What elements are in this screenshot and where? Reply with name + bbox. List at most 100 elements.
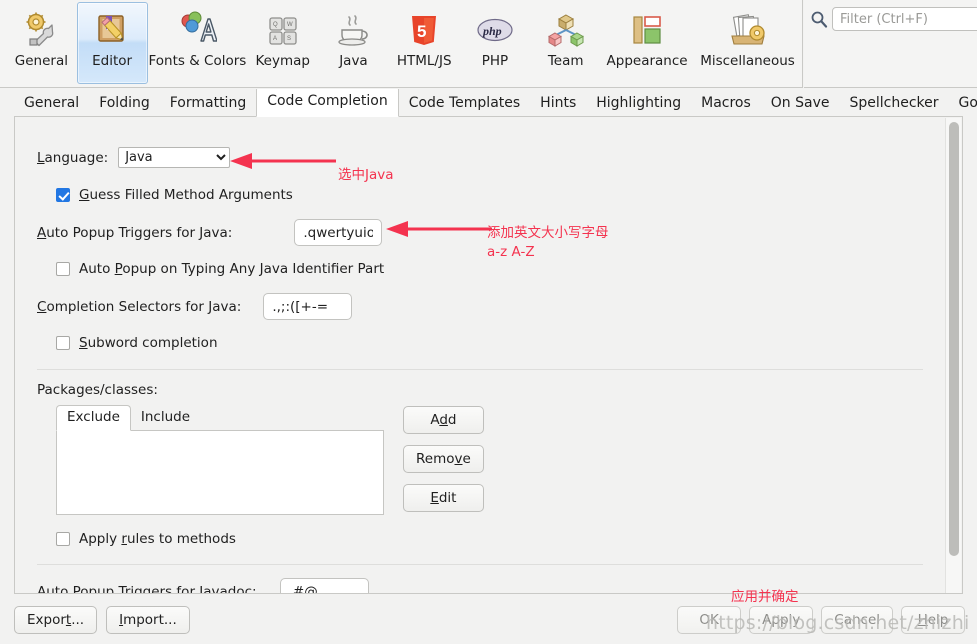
svg-text:5: 5	[417, 22, 426, 41]
subword-label: Subword completion	[79, 335, 218, 351]
category-label: Miscellaneous	[700, 53, 795, 69]
mini-tab-exclude[interactable]: Exclude	[56, 405, 131, 431]
team-cubes-icon	[546, 10, 586, 50]
tab-code-templates[interactable]: Code Templates	[399, 89, 530, 117]
guess-filled-label: Guess Filled Method Arguments	[79, 187, 293, 203]
auto-popup-identifier-row[interactable]: Auto Popup on Typing Any Java Identifier…	[56, 261, 945, 277]
packages-listbox[interactable]	[56, 430, 384, 515]
category-label: Team	[547, 53, 584, 69]
category-html-js[interactable]: 5 HTML/JS	[389, 2, 460, 84]
remove-button[interactable]: Remove	[403, 445, 484, 473]
auto-popup-identifier-label: Auto Popup on Typing Any Java Identifier…	[79, 261, 385, 277]
category-label: HTML/JS	[396, 53, 452, 69]
panel-content: Language: Java Guess Filled Method Argum…	[15, 117, 945, 593]
packages-buttons: Add Remove Edit	[403, 406, 484, 512]
category-editor[interactable]: Editor	[76, 2, 148, 84]
category-toolbar: General Editor Fonts & Colors Q W A S Ke…	[0, 0, 803, 88]
category-miscellaneous[interactable]: Miscellaneous	[693, 2, 802, 84]
php-elephant-icon: php	[475, 10, 515, 50]
misc-papers-gear-icon	[728, 10, 768, 50]
svg-text:S: S	[287, 36, 291, 42]
guess-filled-row[interactable]: Guess Filled Method Arguments	[56, 187, 945, 203]
auto-popup-java-input[interactable]	[294, 219, 383, 246]
language-label: Language:	[37, 149, 109, 166]
tab-hints[interactable]: Hints	[530, 89, 586, 117]
category-label: Editor	[92, 53, 133, 69]
category-team[interactable]: Team	[530, 2, 601, 84]
dialog-button-bar: Export... Import... OK Apply Cancel Help	[0, 598, 977, 644]
category-label: Java	[339, 53, 368, 69]
apply-rules-row[interactable]: Apply rules to methods	[56, 531, 945, 547]
category-label: PHP	[481, 53, 509, 69]
fonts-colors-icon	[177, 10, 218, 50]
language-row: Language: Java	[37, 147, 945, 168]
category-label: General	[14, 53, 68, 69]
category-label: Keymap	[255, 53, 310, 69]
tab-code-completion[interactable]: Code Completion	[256, 89, 399, 117]
packages-label: Packages/classes:	[37, 382, 158, 398]
svg-text:php: php	[482, 24, 502, 38]
javadoc-row: Auto Popup Triggers for Javadoc:	[37, 578, 945, 593]
guess-filled-checkbox[interactable]	[56, 188, 70, 202]
subword-row[interactable]: Subword completion	[56, 335, 945, 351]
search-icon	[810, 10, 828, 28]
auto-popup-java-label: Auto Popup Triggers for Java:	[37, 224, 233, 241]
tab-macros[interactable]: Macros	[691, 89, 761, 117]
category-fonts-colors[interactable]: Fonts & Colors	[148, 2, 248, 84]
tab-strip: General Folding Formatting Code Completi…	[0, 89, 977, 117]
cancel-button[interactable]: Cancel	[821, 606, 893, 634]
apply-button[interactable]: Apply	[749, 606, 814, 634]
tab-go-to[interactable]: Go To	[949, 89, 977, 117]
edit-button[interactable]: Edit	[403, 484, 484, 512]
category-general[interactable]: General	[6, 2, 77, 84]
category-php[interactable]: php PHP	[460, 2, 531, 84]
category-label: Fonts & Colors	[148, 53, 247, 69]
import-button[interactable]: Import...	[106, 606, 190, 634]
category-appearance[interactable]: Appearance	[601, 2, 693, 84]
tab-general[interactable]: General	[14, 89, 89, 117]
category-label: Appearance	[606, 53, 688, 69]
svg-text:Q: Q	[273, 22, 278, 28]
ok-button[interactable]: OK	[677, 606, 742, 634]
tab-folding[interactable]: Folding	[89, 89, 160, 117]
add-button[interactable]: Add	[403, 406, 484, 434]
html5-shield-icon: 5	[404, 10, 444, 50]
completion-selectors-row: Completion Selectors for Java:	[37, 293, 945, 320]
javadoc-input[interactable]	[279, 578, 369, 593]
category-java[interactable]: Java	[318, 2, 389, 84]
packages-mini-tabs: Exclude Include	[56, 405, 384, 431]
coffee-cup-icon	[333, 10, 373, 50]
filter-zone	[804, 0, 977, 88]
code-completion-panel: Language: Java Guess Filled Method Argum…	[14, 116, 963, 594]
panel-scrollbar-thumb[interactable]	[949, 122, 959, 556]
tab-formatting[interactable]: Formatting	[160, 89, 256, 117]
apply-rules-checkbox[interactable]	[56, 532, 70, 546]
category-keymap[interactable]: Q W A S Keymap	[247, 2, 318, 84]
svg-text:W: W	[287, 22, 293, 28]
keyboard-icon: Q W A S	[263, 10, 303, 50]
panel-scrollbar[interactable]	[945, 118, 961, 593]
subword-checkbox[interactable]	[56, 336, 70, 350]
language-select[interactable]: Java	[118, 147, 231, 168]
export-button[interactable]: Export...	[14, 606, 98, 634]
book-pencil-icon	[92, 10, 132, 50]
packages-area: Exclude Include Add Remove Edit	[15, 405, 945, 515]
auto-popup-identifier-checkbox[interactable]	[56, 262, 70, 276]
options-dialog: General Editor Fonts & Colors Q W A S Ke…	[0, 0, 977, 644]
divider-1	[37, 369, 923, 370]
mini-tab-include[interactable]: Include	[131, 406, 200, 430]
svg-text:A: A	[273, 36, 277, 42]
divider-2	[37, 564, 923, 565]
tab-on-save[interactable]: On Save	[761, 89, 840, 117]
bottom-left-buttons: Export... Import...	[14, 606, 190, 634]
help-button[interactable]: Help	[901, 606, 965, 634]
apply-rules-label: Apply rules to methods	[79, 531, 236, 547]
gear-wrench-icon	[21, 10, 61, 50]
filter-input[interactable]	[832, 7, 977, 31]
filter-row	[810, 7, 977, 31]
tab-spellchecker[interactable]: Spellchecker	[840, 89, 949, 117]
auto-popup-java-row: Auto Popup Triggers for Java:	[37, 219, 945, 246]
packages-listbox-wrap: Exclude Include	[56, 405, 384, 515]
completion-selectors-input[interactable]	[263, 293, 353, 320]
tab-highlighting[interactable]: Highlighting	[586, 89, 691, 117]
